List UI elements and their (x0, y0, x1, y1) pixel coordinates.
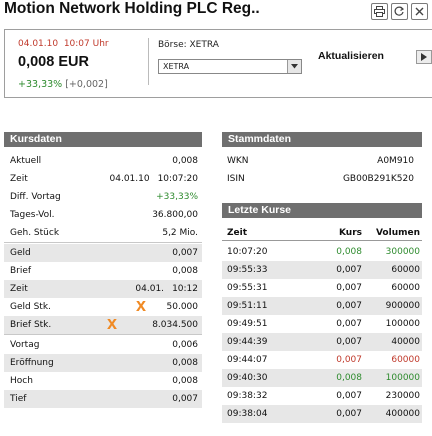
print-icon[interactable] (371, 3, 388, 20)
table-row: 09:40:30 0,008 100000 (222, 369, 422, 387)
letzte-kurse-header: Zeit Kurs Volumen (222, 226, 422, 241)
kursdaten-row: Hoch 0,008 (10, 376, 198, 386)
quote-price: 0,008 EUR (18, 54, 89, 70)
kursdaten-row: Brief Stk. 8.034.500 (4, 316, 202, 334)
column-header-zeit: Zeit (227, 228, 248, 238)
stammdaten-row: ISIN GB00B291K520 (227, 174, 414, 184)
kursdaten-row: Brief 0,008 (10, 266, 198, 276)
table-row: 09:55:33 0,007 60000 (222, 261, 422, 279)
aktualisieren-button[interactable] (416, 50, 432, 64)
kursdaten-heading: Kursdaten (4, 132, 202, 147)
kursdaten-row: Diff. Vortag +33,33% (10, 192, 198, 202)
change-percent: +33,33% (18, 79, 63, 90)
aktualisieren-label[interactable]: Aktualisieren (318, 50, 384, 62)
table-row: 09:55:31 0,007 60000 (227, 283, 420, 293)
page-title: Motion Network Holding PLC Reg.. (4, 0, 260, 17)
quote-change: +33,33% [+0,002] (18, 79, 108, 90)
kursdaten-row: Eröffnung 0,008 (4, 354, 202, 372)
toolbar (371, 3, 428, 20)
stammdaten-row: WKN A0M910 (227, 156, 414, 166)
kursdaten-row: Tief 0,007 (4, 390, 202, 408)
divider (4, 242, 202, 243)
kursdaten-row: Geh. Stück 5,2 Mio. (10, 228, 198, 238)
table-row: 09:44:39 0,007 40000 (222, 333, 422, 351)
table-row: 09:44:07 0,007 60000 (227, 355, 420, 365)
letzte-kurse-heading: Letzte Kurse (222, 203, 422, 218)
refresh-icon[interactable] (391, 3, 408, 20)
boerse-select[interactable]: XETRA (158, 59, 302, 74)
column-header-volumen: Volumen (375, 228, 420, 238)
annotation-x-mark: x (107, 313, 118, 333)
kursdaten-row: Tages-Vol. 36.800,00 (10, 210, 198, 220)
kursdaten-row: Geld 0,007 (4, 244, 202, 262)
table-row: 09:38:04 0,007 400000 (222, 405, 422, 423)
kursdaten-row: Aktuell 0,008 (10, 156, 198, 166)
column-header-kurs: Kurs (338, 228, 362, 238)
boerse-label: Börse: XETRA (158, 40, 219, 50)
kursdaten-row: Geld Stk. 50.000 (10, 302, 198, 312)
kursdaten-row: Zeit 04.01.10 10:07:20 (10, 174, 198, 184)
kursdaten-row: Vortag 0,006 (10, 340, 198, 350)
divider (4, 334, 202, 335)
change-absolute: [+0,002] (65, 79, 108, 90)
annotation-x-mark: x (136, 295, 147, 315)
quote-box: 04.01.10 10:07 Uhr 0,008 EUR +33,33% [+0… (4, 29, 432, 98)
quote-datetime: 04.01.10 10:07 Uhr (18, 39, 109, 49)
boerse-selected-value: XETRA (163, 62, 190, 71)
chevron-down-icon[interactable] (287, 60, 301, 73)
close-icon[interactable] (411, 3, 428, 20)
table-row: 09:51:11 0,007 900000 (222, 297, 422, 315)
table-row: 10:07:20 0,008 300000 (227, 247, 420, 257)
kursdaten-row: Zeit 04.01. 10:12 (4, 280, 202, 298)
stammdaten-heading: Stammdaten (222, 132, 422, 147)
table-row: 09:49:51 0,007 100000 (227, 319, 420, 329)
table-row: 09:38:32 0,007 230000 (227, 391, 420, 401)
divider (148, 38, 149, 85)
